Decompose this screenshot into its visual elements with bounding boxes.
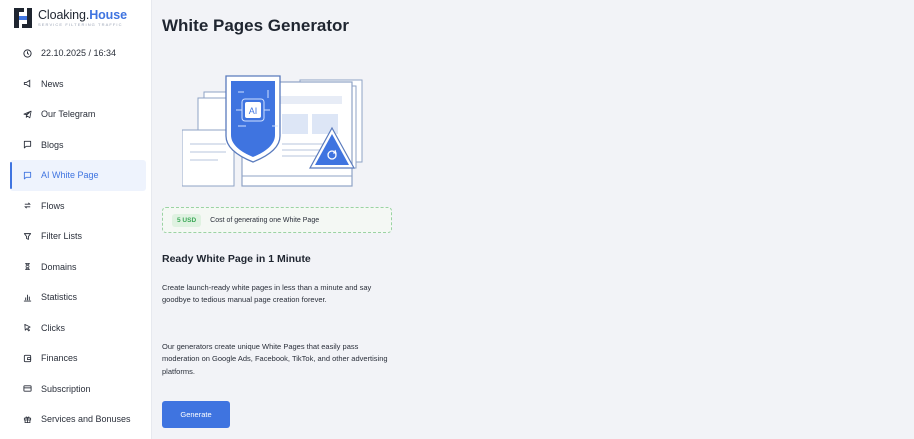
description-paragraph-2: Our generators create unique White Pages… bbox=[162, 342, 388, 376]
gift-icon bbox=[22, 414, 33, 425]
sidebar-item-blogs[interactable]: Blogs bbox=[10, 130, 146, 161]
sidebar-item-label: Filter Lists bbox=[41, 231, 83, 242]
sidebar-nav: 22.10.2025 / 16:34 News Our Telegram Blo… bbox=[10, 38, 146, 435]
domains-icon bbox=[22, 261, 33, 272]
sidebar-item-services-bonuses[interactable]: Services and Bonuses bbox=[10, 404, 146, 435]
generate-button[interactable]: Generate bbox=[162, 401, 230, 428]
clock-icon bbox=[22, 48, 33, 59]
sidebar-item-ai-white-page[interactable]: AI White Page bbox=[10, 160, 146, 191]
chat-bubble-icon bbox=[22, 139, 33, 150]
sidebar-item-datetime: 22.10.2025 / 16:34 bbox=[10, 38, 146, 69]
sidebar-item-statistics[interactable]: Statistics bbox=[10, 282, 146, 313]
main-content: White Pages Generator AI 5 USD Cost of g… bbox=[152, 0, 914, 439]
brand-logo[interactable]: Cloaking.House SERVICE FILTERING TRAFFIC bbox=[14, 6, 127, 30]
sidebar-item-label: Our Telegram bbox=[41, 109, 96, 120]
sidebar-item-label: 22.10.2025 / 16:34 bbox=[41, 48, 117, 59]
sidebar-item-subscription[interactable]: Subscription bbox=[10, 374, 146, 405]
page-icon bbox=[22, 170, 33, 181]
white-page-illustration: AI bbox=[181, 62, 372, 202]
sidebar-item-label: News bbox=[41, 78, 64, 89]
sidebar-item-filter-lists[interactable]: Filter Lists bbox=[10, 221, 146, 252]
sidebar-item-finances[interactable]: Finances bbox=[10, 343, 146, 374]
bar-chart-icon bbox=[22, 292, 33, 303]
flows-icon bbox=[22, 200, 33, 211]
brand-name: Cloaking.House bbox=[38, 7, 127, 22]
brand-tagline: SERVICE FILTERING TRAFFIC bbox=[38, 22, 123, 28]
telegram-icon bbox=[22, 109, 33, 120]
section-heading: Ready White Page in 1 Minute bbox=[162, 253, 311, 265]
sidebar-item-label: Clicks bbox=[41, 322, 65, 333]
logo-icon bbox=[14, 8, 32, 28]
wallet-icon bbox=[22, 353, 33, 364]
generation-cost-box: 5 USD Cost of generating one White Page bbox=[162, 207, 392, 233]
ai-chip-label: AI bbox=[249, 106, 258, 116]
description-paragraph-1: Create launch-ready white pages in less … bbox=[162, 283, 372, 305]
sidebar-item-label: Flows bbox=[41, 200, 65, 211]
sidebar: Cloaking.House SERVICE FILTERING TRAFFIC… bbox=[0, 0, 152, 439]
sidebar-item-label: Finances bbox=[41, 353, 78, 364]
sidebar-item-label: Blogs bbox=[41, 139, 64, 150]
sidebar-item-label: Subscription bbox=[41, 383, 91, 394]
sidebar-item-clicks[interactable]: Clicks bbox=[10, 313, 146, 344]
sidebar-item-domains[interactable]: Domains bbox=[10, 252, 146, 283]
sidebar-item-label: Statistics bbox=[41, 292, 78, 303]
sidebar-item-flows[interactable]: Flows bbox=[10, 191, 146, 222]
price-badge: 5 USD bbox=[172, 213, 202, 227]
sidebar-item-label: AI White Page bbox=[41, 170, 99, 181]
sidebar-item-news[interactable]: News bbox=[10, 69, 146, 100]
cursor-icon bbox=[22, 322, 33, 333]
page-title: White Pages Generator bbox=[162, 16, 350, 35]
card-icon bbox=[22, 383, 33, 394]
cost-description: Cost of generating one White Page bbox=[210, 216, 320, 224]
sidebar-item-label: Domains bbox=[41, 261, 77, 272]
megaphone-icon bbox=[22, 78, 33, 89]
sidebar-item-telegram[interactable]: Our Telegram bbox=[10, 99, 146, 130]
sidebar-item-label: Services and Bonuses bbox=[41, 414, 131, 425]
filter-icon bbox=[22, 231, 33, 242]
